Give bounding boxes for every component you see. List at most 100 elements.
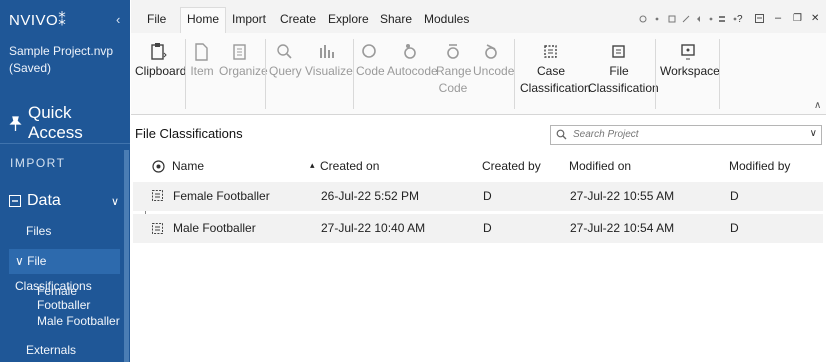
sidebar-item-male-footballer[interactable]: Male Footballer xyxy=(37,314,120,328)
chevron-down-icon[interactable]: ∨ xyxy=(810,128,817,139)
search-placeholder: Search Project xyxy=(573,129,639,140)
file-classification-label-2: Classification xyxy=(588,81,659,95)
ribbon-tab-bar: File Home Import Create Explore Share Mo… xyxy=(131,0,826,33)
data-group-label: Data xyxy=(27,192,61,209)
close-button[interactable]: ✕ xyxy=(811,13,819,24)
organize-icon xyxy=(233,44,246,60)
autocode-icon xyxy=(404,44,416,59)
row-name[interactable]: Female Footballer xyxy=(173,189,270,203)
clipboard-button[interactable]: Clipboard xyxy=(135,33,186,114)
visualize-button[interactable]: Visualize xyxy=(305,33,353,114)
clipboard-label: Clipboard xyxy=(135,64,187,78)
tab-modules[interactable]: Modules xyxy=(424,12,469,26)
file-classification-label-1: File xyxy=(609,64,629,78)
file-classification-button[interactable]: File Classification xyxy=(588,33,659,114)
minimize-button[interactable]: – xyxy=(775,12,781,24)
uncode-icon xyxy=(485,44,497,59)
row-modified-on: 27-Jul-22 10:55 AM xyxy=(570,189,675,203)
sidebar-item-externals[interactable]: Externals xyxy=(26,343,76,357)
column-header-created-on[interactable]: Created on xyxy=(320,159,379,173)
project-info: Sample Project.nvp (Saved) xyxy=(9,43,113,77)
logo-mark-icon: ⁑ xyxy=(58,12,67,29)
tab-create[interactable]: Create xyxy=(280,12,316,26)
column-header-modified-by[interactable]: Modified by xyxy=(729,159,790,173)
case-classification-button[interactable]: Case Classification xyxy=(520,33,591,114)
item-label: Item xyxy=(190,64,214,78)
row-name[interactable]: Male Footballer xyxy=(173,221,256,235)
workspace-icon xyxy=(681,44,695,60)
collapse-ribbon-icon[interactable]: ∧ xyxy=(814,100,821,111)
column-header-created-by[interactable]: Created by xyxy=(482,159,541,173)
ribbon-divider xyxy=(353,39,354,109)
row-created-on: 26-Jul-22 5:52 PM xyxy=(321,189,420,203)
range-code-icon xyxy=(447,44,459,59)
code-label: Code xyxy=(356,64,385,78)
sort-ascending-icon: ▴ xyxy=(310,160,315,170)
ribbon-divider xyxy=(655,39,656,109)
data-group-header[interactable]: Data xyxy=(9,192,61,210)
document-icon xyxy=(195,43,208,61)
chevron-down-icon[interactable]: ∨ xyxy=(111,195,119,208)
query-button[interactable]: Query xyxy=(269,33,302,114)
uncode-button[interactable]: Uncode xyxy=(473,33,514,114)
help-button[interactable]: ? xyxy=(737,14,743,25)
search-icon xyxy=(556,129,567,140)
organize-label: Organize xyxy=(219,64,268,78)
ribbon-divider xyxy=(185,39,186,109)
tab-explore[interactable]: Explore xyxy=(328,12,369,26)
row-created-on: 27-Jul-22 10:40 AM xyxy=(321,221,426,235)
sidebar-scrollbar[interactable] xyxy=(124,150,129,362)
autocode-button[interactable]: Autocode xyxy=(387,33,438,114)
range-code-label-1: Range xyxy=(436,64,472,78)
tab-home[interactable]: Home xyxy=(180,7,227,33)
page-title: File Classifications xyxy=(135,126,243,141)
code-circle-icon xyxy=(362,44,376,58)
column-header-name[interactable]: Name xyxy=(172,159,204,173)
navigation-sidebar: NVIVO⁑ ‹ Sample Project.nvp (Saved) Quic… xyxy=(0,0,130,362)
sidebar-item-female-footballer[interactable]: Female Footballer xyxy=(37,284,130,312)
sidebar-item-files[interactable]: Files xyxy=(26,224,51,238)
clipboard-icon xyxy=(151,43,167,60)
bar-chart-icon xyxy=(320,45,334,58)
project-name: Sample Project.nvp xyxy=(9,44,114,58)
tab-import[interactable]: Import xyxy=(232,12,266,26)
classification-icon xyxy=(152,190,163,201)
collapse-box-icon xyxy=(9,195,21,207)
range-code-button[interactable]: Range Code xyxy=(436,33,472,114)
case-classification-icon xyxy=(544,45,557,58)
organize-button[interactable]: Organize xyxy=(219,33,268,114)
item-button[interactable]: Item xyxy=(189,33,215,114)
row-modified-by: D xyxy=(730,189,739,203)
file-classification-icon xyxy=(612,45,625,58)
sidebar-divider xyxy=(0,143,130,144)
toolbar-icons-strip xyxy=(639,15,737,23)
case-classification-label-2: Classification xyxy=(520,81,591,95)
project-state: (Saved) xyxy=(9,61,52,75)
case-classification-label-1: Case xyxy=(536,64,565,78)
search-input[interactable]: Search Project ∨ xyxy=(550,125,822,145)
pin-icon xyxy=(9,115,22,131)
ribbon-divider xyxy=(719,39,720,109)
row-created-by: D xyxy=(483,221,492,235)
quick-toolbar-icons[interactable] xyxy=(639,14,743,26)
import-section-heading: IMPORT xyxy=(10,156,66,170)
quick-access-link[interactable]: Quick Access xyxy=(9,103,130,143)
ribbon-home: Clipboard Item Organize Query Visualize … xyxy=(131,33,826,115)
visualize-label: Visualize xyxy=(305,64,353,78)
column-header-modified-on[interactable]: Modified on xyxy=(569,159,631,173)
layout-icon[interactable] xyxy=(755,14,764,25)
sidebar-item-file-classifications[interactable]: ∨ File Classifications xyxy=(9,249,120,293)
code-button[interactable]: Code xyxy=(356,33,385,114)
classification-icon xyxy=(152,223,163,234)
quick-access-label: Quick Access xyxy=(28,103,83,142)
row-modified-by: D xyxy=(730,221,739,235)
expand-chevron-icon: ∨ xyxy=(15,254,24,268)
tab-share[interactable]: Share xyxy=(380,12,412,26)
collapse-sidebar-button[interactable]: ‹ xyxy=(116,12,120,27)
workspace-label: Workspace xyxy=(660,64,720,78)
restore-button[interactable]: ❐ xyxy=(793,13,802,24)
row-created-by: D xyxy=(483,189,492,203)
workspace-button[interactable]: Workspace xyxy=(660,33,720,114)
target-icon[interactable] xyxy=(152,160,165,173)
tab-file[interactable]: File xyxy=(147,12,166,26)
